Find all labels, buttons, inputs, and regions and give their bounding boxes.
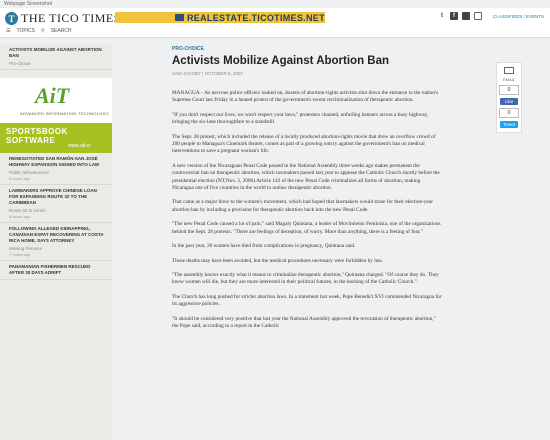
twitter-icon[interactable]: t	[438, 12, 446, 20]
article-body: MANAGUA – As nervous police officers loo…	[172, 90, 442, 330]
sportsbook-title: SPORTSBOOK SOFTWARE	[6, 127, 68, 145]
logo-text: THE TICO TIMES	[21, 11, 121, 25]
news-time: 5 hours ago	[9, 176, 31, 181]
paragraph: The Sept. 28 protest, which included the…	[172, 133, 436, 155]
paragraph: "The assembly knows exactly what it mean…	[172, 271, 439, 286]
sportsbook-ad[interactable]: SPORTSBOOK SOFTWARE www.ait.cr	[0, 123, 112, 153]
article-kicker[interactable]: PRO-CHOICE	[172, 46, 442, 52]
header-nav: ☰ TOPICS ⚲ SEARCH	[6, 28, 72, 34]
logo-mark: T	[5, 12, 18, 25]
list-item[interactable]: FOLLOWING ALLEGED KIDNAPPING, CANADIAN E…	[0, 223, 112, 261]
email-share-label: EMAIL	[502, 77, 515, 82]
menu-icon[interactable]: ☰	[6, 28, 10, 34]
paragraph: "If you don't respect our lives, we won'…	[172, 111, 429, 126]
email-share-icon[interactable]	[504, 67, 514, 74]
email-icon[interactable]	[474, 12, 482, 20]
news-title: PANAMANIAN FISHERMEN RESCUED AFTER 30 DA…	[9, 264, 91, 275]
list-item[interactable]: RENEGOTIATED SAN RAMÓN-SAN JOSÉ HIGHWAY …	[0, 153, 112, 185]
sidebar: ACTIVISTS MOBILIZE AGAINST ABORTION BAN …	[0, 44, 112, 440]
ait-subtitle: ADVANCED INFORMATION TECHNOLOGY	[20, 111, 110, 116]
article-title: Activists Mobilize Against Abortion Ban	[172, 55, 390, 67]
paragraph: Those deaths may have been avoided, but …	[172, 257, 383, 264]
news-title: LAWMAKERS APPROVE CHINESE LOAN FOR EXPAN…	[9, 188, 97, 205]
classifieds-link[interactable]: CLASSIFIEDS / EVENTS	[493, 14, 544, 19]
topics-link[interactable]: TOPICS	[16, 28, 35, 34]
search-link[interactable]: SEARCH	[51, 28, 72, 34]
article-byline: SAM JACOBY | OCTOBER 5, 2007	[172, 71, 244, 76]
sportsbook-url: www.ait.cr	[68, 143, 91, 149]
social-links: t f	[438, 12, 482, 20]
facebook-count: 0	[499, 85, 519, 95]
news-tag: Missing Persons	[9, 246, 43, 251]
search-icon[interactable]: ⚲	[41, 28, 45, 34]
screenshot-label: Webpage Screenshot	[4, 1, 52, 7]
share-box: EMAIL 0 Like 0 Tweet	[496, 62, 522, 133]
list-item[interactable]: LAWMAKERS APPROVE CHINESE LOAN FOR EXPAN…	[0, 185, 112, 223]
site-header: T THE TICO TIMES Since 1956 REALESTATE.T…	[0, 8, 550, 38]
news-tag: Route 32 to Limón	[9, 208, 46, 213]
sidebar-top-story[interactable]: ACTIVISTS MOBILIZE AGAINST ABORTION BAN …	[0, 44, 112, 70]
realestate-banner[interactable]: REALESTATE.TICOTIMES.NET	[115, 12, 325, 23]
ait-ad[interactable]: AiT ADVANCED INFORMATION TECHNOLOGY	[0, 78, 112, 123]
paragraph: That came as a major blow to the women's…	[172, 199, 434, 213]
banner-text: REALESTATE.TICOTIMES.NET	[187, 12, 325, 23]
paragraph: In the past year, 20 women have died fro…	[172, 243, 356, 250]
news-title: FOLLOWING ALLEGED KIDNAPPING, CANADIAN E…	[9, 226, 104, 243]
paragraph: A new version of the Nicaraguan Penal Co…	[172, 162, 440, 192]
facebook-like-button[interactable]: Like	[500, 98, 518, 105]
news-tag: Public Infrastructure	[9, 170, 50, 175]
sidebar-news-list: RENEGOTIATED SAN RAMÓN-SAN JOSÉ HIGHWAY …	[0, 153, 112, 280]
ait-logo: AiT	[35, 83, 70, 108]
paragraph: "It should be considered very positive t…	[172, 315, 436, 329]
news-title: RENEGOTIATED SAN RAMÓN-SAN JOSÉ HIGHWAY …	[9, 156, 100, 167]
house-icon	[175, 14, 184, 21]
news-time: 7 hours ago	[9, 252, 31, 257]
facebook-icon[interactable]: f	[450, 12, 458, 20]
sidebar-story-tag: Pro-choice	[9, 61, 31, 66]
paragraph: The Church has long pushed for stricter …	[172, 293, 442, 308]
tweet-button[interactable]: Tweet	[500, 121, 518, 128]
share-panel: EMAIL 0 Like 0 Tweet	[496, 62, 522, 133]
article: PRO-CHOICE Activists Mobilize Against Ab…	[172, 46, 442, 337]
list-item[interactable]: PANAMANIAN FISHERMEN RESCUED AFTER 30 DA…	[0, 261, 112, 280]
tweet-count: 0	[499, 108, 519, 118]
instagram-icon[interactable]	[462, 12, 470, 20]
paragraph: MANAGUA – As nervous police officers loo…	[172, 90, 439, 104]
sidebar-story-title: ACTIVISTS MOBILIZE AGAINST ABORTION BAN	[9, 47, 102, 58]
news-time: 6 hours ago	[9, 214, 31, 219]
paragraph: "The new Penal Code caused a lot of pain…	[172, 221, 441, 235]
